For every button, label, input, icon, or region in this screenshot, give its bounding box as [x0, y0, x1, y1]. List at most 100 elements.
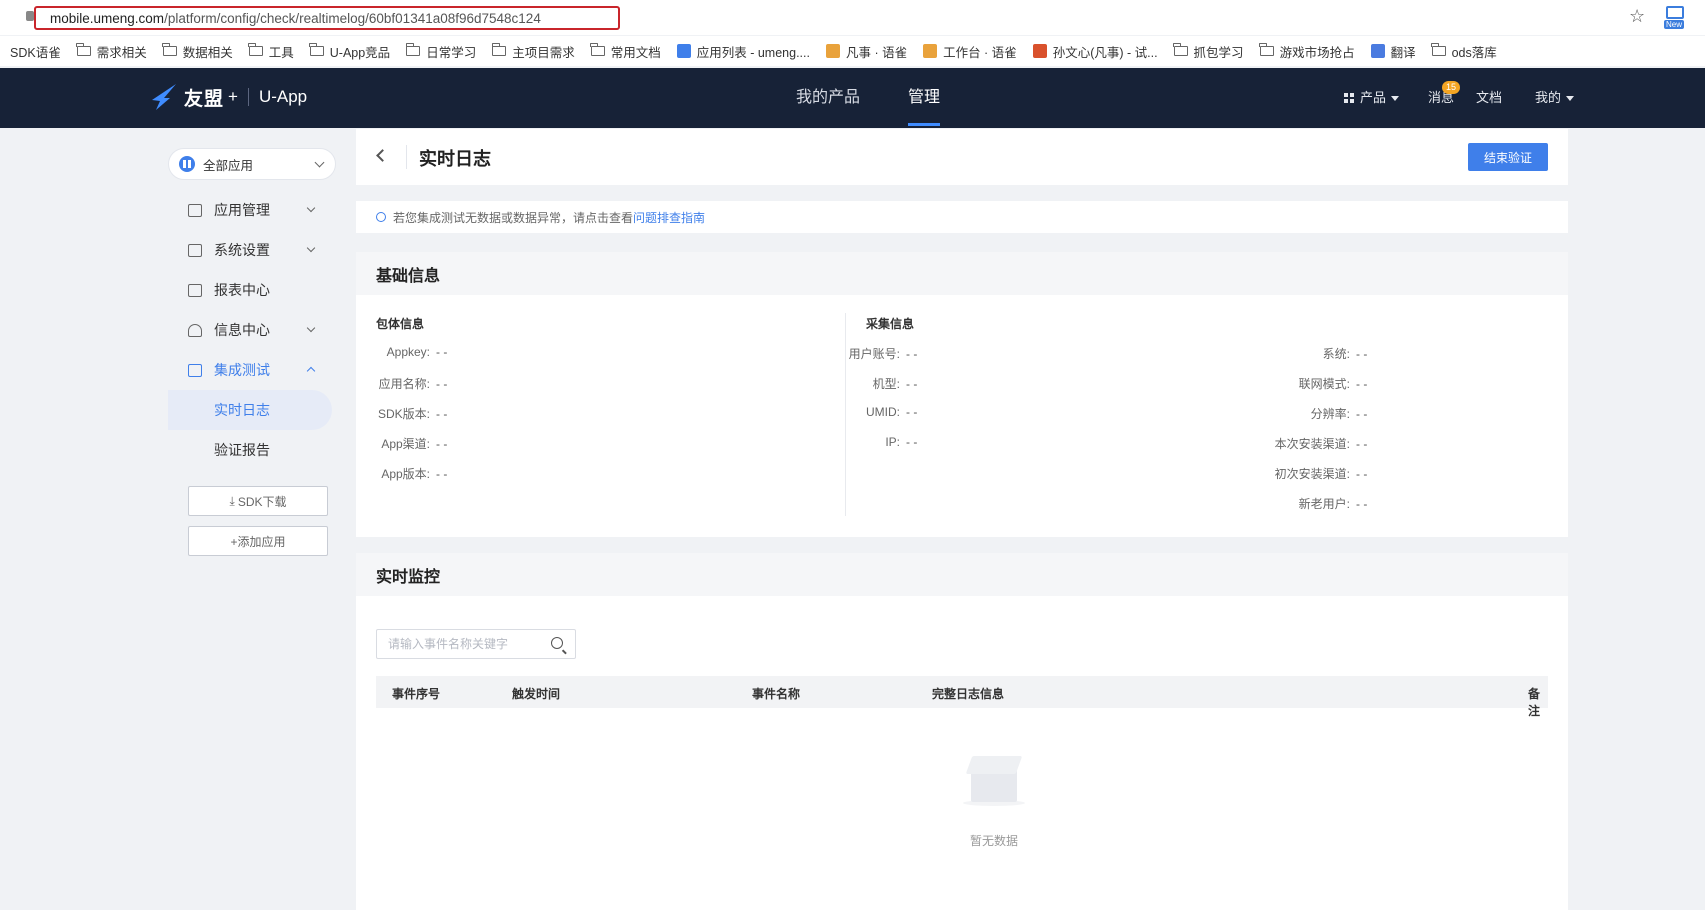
event-search-input[interactable] — [388, 637, 548, 651]
back-arrow-icon[interactable] — [376, 149, 389, 162]
bookmark-item[interactable]: SDK语雀 — [10, 42, 61, 61]
brand-plus: + — [228, 87, 238, 106]
app-selector-label: 全部应用 — [203, 158, 254, 173]
app-selector[interactable]: 全部应用 — [168, 148, 336, 180]
tab-my-products[interactable]: 我的产品 — [796, 68, 860, 128]
info-field-value: - - — [1356, 407, 1368, 421]
logo[interactable]: 友盟 + U-App — [150, 82, 307, 112]
report-icon — [188, 283, 202, 297]
info-field-key: 机型: — [872, 377, 900, 391]
info-field: 新老用户: - - — [1256, 495, 1368, 512]
bookmark-item[interactable]: 工作台 · 语雀 — [923, 42, 1017, 61]
column-header: 完整日志信息 — [932, 687, 1005, 701]
bookmark-item[interactable]: 日常学习 — [405, 42, 477, 61]
bookmark-label: 需求相关 — [96, 45, 147, 60]
bookmark-item[interactable]: 主项目需求 — [491, 42, 575, 61]
apps-icon — [179, 156, 195, 172]
column-header: 备注 — [1528, 687, 1541, 718]
info-field-value: - - — [906, 435, 918, 449]
bookmark-item[interactable]: 需求相关 — [76, 42, 147, 61]
sidebar-item-app-management[interactable]: 应用管理 — [168, 190, 336, 230]
bookmark-item[interactable]: 数据相关 — [162, 42, 233, 61]
info-field-value: - - — [436, 377, 448, 391]
tab-manage[interactable]: 管理 — [908, 68, 941, 128]
info-field-value: - - — [1356, 347, 1368, 361]
folder-icon — [76, 43, 91, 56]
url-bar[interactable]: mobile.umeng.com/platform/config/check/r… — [34, 6, 620, 30]
search-icon[interactable] — [551, 637, 563, 649]
bookmark-item[interactable]: U-App竞品 — [309, 42, 390, 61]
caret-down-icon — [1566, 95, 1575, 101]
collect-info-title: 采集信息 — [866, 317, 915, 331]
main-content: 实时日志 结束验证 若您集成测试无数据或数据异常，请点击查看 问题排查指南 基础… — [356, 129, 1568, 910]
sidebar-item-label: 系统设置 — [214, 242, 270, 258]
mine-label: 我的 — [1535, 90, 1562, 105]
folder-icon — [1431, 43, 1446, 56]
bookmark-item[interactable]: 孙文心(凡事) - 试... — [1032, 42, 1158, 61]
bookmark-item[interactable]: 常用文档 — [590, 42, 661, 61]
end-verification-button[interactable]: 结束验证 — [1468, 143, 1548, 171]
bookmark-item[interactable]: 凡事 · 语雀 — [825, 42, 907, 61]
info-field-key: UMID: — [866, 405, 900, 419]
folder-icon — [1259, 43, 1274, 56]
sidebar-item-info-center[interactable]: 信息中心 — [168, 310, 336, 350]
url-host: mobile.umeng.com — [50, 10, 165, 26]
info-field-value: - - — [906, 405, 918, 419]
info-field-key: Appkey: — [386, 345, 430, 359]
empty-text: 暂无数据 — [969, 834, 1018, 848]
sidebar-item-integration-test[interactable]: 集成测试 — [168, 350, 336, 390]
bookmark-label: 日常学习 — [426, 45, 477, 60]
bookmark-item[interactable]: ods落库 — [1431, 42, 1497, 61]
bookmark-item[interactable]: 应用列表 - umeng.... — [676, 42, 810, 61]
new-extension-icon[interactable]: New — [1664, 6, 1688, 30]
caret-down-icon — [1391, 95, 1400, 101]
info-field-value: - - — [1356, 377, 1368, 391]
red-icon — [1032, 44, 1047, 58]
bookmark-item[interactable]: 翻译 — [1370, 42, 1416, 61]
info-field-key: 初次安装渠道: — [1274, 467, 1350, 481]
bookmark-item[interactable]: 游戏市场抢占 — [1259, 42, 1355, 61]
products-menu[interactable]: 产品 — [1344, 68, 1400, 128]
troubleshoot-guide-link[interactable]: 问题排查指南 — [633, 209, 705, 226]
sidebar-item-system-settings[interactable]: 系统设置 — [168, 230, 336, 270]
add-app-button[interactable]: +添加应用 — [188, 526, 328, 556]
event-search — [376, 629, 576, 659]
lock-icon — [26, 11, 34, 21]
bookmark-star-icon[interactable]: ☆ — [1629, 6, 1645, 27]
info-field-key: 分辨率: — [1310, 407, 1350, 421]
translate-icon — [1370, 44, 1385, 58]
bookmark-label: 抓包学习 — [1193, 45, 1244, 60]
messages-link[interactable]: 消息 — [1428, 68, 1454, 128]
info-field: 用户账号: - - — [846, 345, 918, 362]
yuque-icon — [825, 44, 840, 58]
bookmark-label: 常用文档 — [610, 45, 661, 60]
sidebar-item-report-center[interactable]: 报表中心 — [168, 270, 336, 310]
brand-name: 友盟 — [184, 88, 225, 110]
bookmark-label: SDK语雀 — [10, 45, 61, 60]
bookmark-item[interactable]: 抓包学习 — [1173, 42, 1244, 61]
monitor-title: 实时监控 — [356, 553, 1568, 596]
basic-info-title: 基础信息 — [356, 252, 1568, 295]
sdk-download-button[interactable]: ⤓ SDK下载 — [188, 486, 328, 516]
info-field-value: - - — [436, 437, 448, 451]
docs-link[interactable]: 文档 — [1476, 68, 1502, 128]
bookmarks-bar: SDK语雀 需求相关 数据相关 工具 U-App竞品 日常学习 主项目需求 常用文档 应用列表 … — [0, 36, 1705, 66]
grid-icon — [1344, 93, 1354, 103]
sidebar-item-label: 报表中心 — [214, 282, 270, 298]
sidebar-subitem-verify-report[interactable]: 验证报告 — [168, 430, 336, 470]
sidebar-item-label: 应用管理 — [214, 202, 270, 218]
bookmark-label: 工具 — [268, 45, 294, 60]
info-field: App渠道: - - — [376, 435, 447, 452]
bookmark-label: ods落库 — [1451, 45, 1497, 60]
mine-menu[interactable]: 我的 — [1535, 68, 1575, 128]
info-field: 分辨率: - - — [1256, 405, 1368, 422]
yuque-icon — [923, 44, 938, 58]
test-check-icon — [188, 363, 202, 377]
column-header: 事件序号 — [392, 687, 441, 701]
bookmark-label: 游戏市场抢占 — [1279, 45, 1355, 60]
page-title: 实时日志 — [419, 149, 491, 169]
sidebar-subitem-realtime-log[interactable]: 实时日志 — [168, 390, 332, 430]
bookmark-item[interactable]: 工具 — [248, 42, 294, 61]
info-field: 本次安装渠道: - - — [1256, 435, 1368, 452]
info-field: 初次安装渠道: - - — [1256, 465, 1368, 482]
